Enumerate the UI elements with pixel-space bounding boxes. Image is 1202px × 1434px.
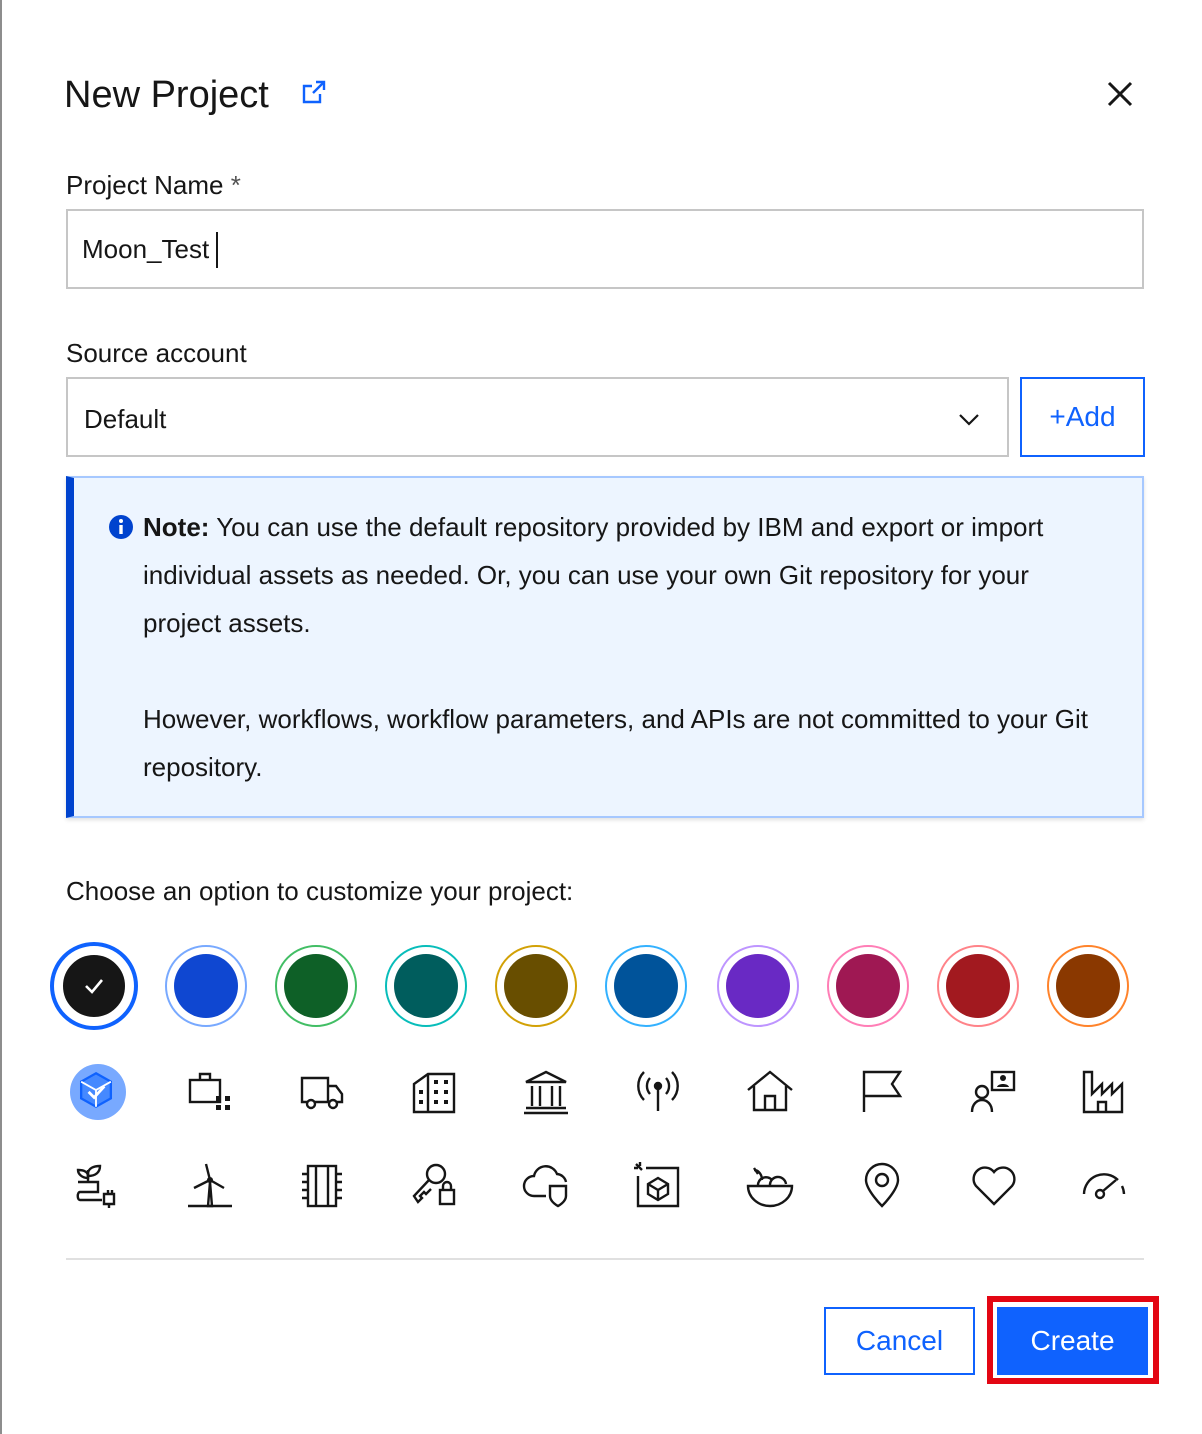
dashboard-gauge-icon[interactable]	[1078, 1160, 1130, 1212]
color-swatch-fill	[394, 954, 458, 1018]
cube-icon[interactable]	[70, 1064, 126, 1120]
flag-icon[interactable]	[856, 1066, 908, 1118]
color-swatch-gold[interactable]	[495, 945, 577, 1027]
plant-power-icon[interactable]	[72, 1160, 124, 1212]
checkmark-icon	[85, 979, 103, 994]
color-swatch-fill	[836, 954, 900, 1018]
project-name-input[interactable]	[66, 209, 1144, 289]
project-name-label-text: Project Name	[66, 170, 224, 200]
cloud-security-icon[interactable]	[520, 1160, 572, 1212]
color-swatch-fill	[946, 954, 1010, 1018]
color-swatch-purple[interactable]	[717, 945, 799, 1027]
color-swatch-teal[interactable]	[385, 945, 467, 1027]
color-swatch-fill	[1056, 954, 1120, 1018]
note-text-2: However, workflows, workflow parameters,…	[143, 704, 1089, 782]
key-lock-icon[interactable]	[408, 1160, 460, 1212]
color-swatch-cyan[interactable]	[605, 945, 687, 1027]
info-icon	[109, 515, 133, 539]
color-swatch-fill	[614, 954, 678, 1018]
note-text-1: You can use the default repository provi…	[143, 512, 1044, 638]
delivery-truck-icon[interactable]	[296, 1066, 348, 1118]
dialog-title: New Project	[64, 74, 269, 116]
package-icon[interactable]	[632, 1160, 684, 1212]
color-swatch-green[interactable]	[275, 945, 357, 1027]
add-source-account-button[interactable]: +Add	[1020, 377, 1145, 457]
launch-icon[interactable]	[300, 78, 328, 106]
data-center-icon[interactable]	[296, 1160, 348, 1212]
user-profile-icon[interactable]	[968, 1066, 1020, 1118]
color-swatch-fill	[504, 954, 568, 1018]
source-account-dropdown[interactable]: Default	[66, 377, 1009, 457]
new-project-dialog: New Project Project Name * Source accoun…	[2, 0, 1202, 1434]
wind-turbine-icon[interactable]	[184, 1160, 236, 1212]
required-mark: *	[230, 170, 241, 200]
color-swatch-blue[interactable]	[165, 945, 247, 1027]
chevron-down-icon	[959, 414, 979, 426]
color-swatch-fill	[284, 954, 348, 1018]
note-prefix: Note:	[143, 512, 210, 542]
factory-icon[interactable]	[1078, 1066, 1130, 1118]
building-icon[interactable]	[408, 1066, 460, 1118]
heart-icon[interactable]	[968, 1160, 1020, 1212]
footer-divider	[66, 1258, 1144, 1260]
fruit-bowl-icon[interactable]	[744, 1160, 796, 1212]
building-network-icon[interactable]	[184, 1066, 236, 1118]
source-account-selected: Default	[84, 404, 167, 434]
location-icon[interactable]	[856, 1160, 908, 1212]
cancel-button[interactable]: Cancel	[824, 1307, 975, 1375]
color-swatch-magenta[interactable]	[827, 945, 909, 1027]
color-swatch-black[interactable]	[50, 942, 138, 1030]
note-body: Note: You can use the default repository…	[143, 503, 1103, 791]
bank-icon[interactable]	[520, 1066, 572, 1118]
project-name-label: Project Name *	[66, 169, 241, 201]
color-swatch-fill	[726, 954, 790, 1018]
color-swatch-orange[interactable]	[1047, 945, 1129, 1027]
color-swatch-red[interactable]	[937, 945, 1019, 1027]
source-account-label: Source account	[66, 338, 247, 368]
close-icon[interactable]	[1100, 74, 1140, 114]
customize-label: Choose an option to customize your proje…	[66, 876, 574, 906]
home-icon[interactable]	[744, 1066, 796, 1118]
text-cursor	[216, 232, 218, 268]
antenna-icon[interactable]	[632, 1066, 684, 1118]
note-paragraph-1: Note: You can use the default repository…	[143, 503, 1103, 647]
color-swatch-fill	[174, 954, 238, 1018]
create-button[interactable]: Create	[997, 1307, 1148, 1375]
